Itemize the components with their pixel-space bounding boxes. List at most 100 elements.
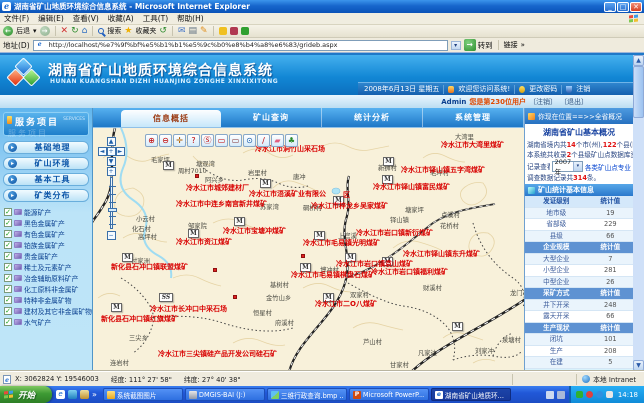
- tray-alert-icon[interactable]: [586, 391, 593, 398]
- search-icon[interactable]: [98, 28, 104, 34]
- layer-checkbox[interactable]: ✓: [4, 318, 12, 326]
- layer-checkbox[interactable]: ✓: [4, 285, 12, 293]
- map-tool-clear-selection[interactable]: ▭: [229, 134, 242, 147]
- layer-checkbox[interactable]: ✓: [4, 307, 12, 315]
- edit-icon[interactable]: ✎: [200, 26, 208, 36]
- mine-point-marker[interactable]: [195, 174, 199, 178]
- mine-type-link[interactable]: 各类矿山点专业: [585, 162, 631, 172]
- logout-link[interactable]: 注销: [576, 84, 590, 94]
- map-marker[interactable]: M: [122, 253, 133, 262]
- taskbar-button[interactable]: e湖南省矿山地质环...: [431, 388, 511, 401]
- home-icon[interactable]: ⌂: [82, 26, 88, 36]
- go-button[interactable]: → 转到: [464, 39, 493, 51]
- print-icon[interactable]: ▤: [189, 26, 198, 36]
- zoom-plus-button[interactable]: +: [107, 167, 116, 176]
- sidebar-button[interactable]: ▸矿类分布: [3, 189, 89, 202]
- menu-item[interactable]: 帮助(H): [177, 13, 204, 24]
- msn-icon[interactable]: [241, 27, 249, 35]
- page-scrollbar[interactable]: ▲ ▼: [633, 55, 644, 371]
- pan-up-button[interactable]: ▲: [107, 137, 116, 146]
- mine-point-marker[interactable]: [233, 295, 237, 299]
- favorites-label[interactable]: 收藏夹: [135, 26, 156, 36]
- layer-checkbox[interactable]: ✓: [4, 219, 12, 227]
- monitor-icon[interactable]: [546, 391, 554, 399]
- map-tool-full-extent[interactable]: Ⓢ: [201, 134, 214, 147]
- sidebar-button[interactable]: ▸基础地理: [3, 141, 89, 154]
- back-dropdown-icon[interactable]: ▾: [33, 27, 37, 35]
- map-marker[interactable]: SS: [159, 293, 173, 302]
- discuss-icon[interactable]: [230, 27, 238, 35]
- map-tool-identify[interactable]: ⊙: [243, 134, 256, 147]
- pan-left-button[interactable]: ◄: [98, 147, 107, 156]
- tray-antivirus-icon[interactable]: [576, 391, 583, 398]
- messenger-icon[interactable]: [219, 27, 227, 35]
- tab-mine-query[interactable]: 矿山查询: [221, 108, 322, 127]
- map-marker[interactable]: M: [383, 157, 394, 166]
- menu-item[interactable]: 编辑(E): [38, 13, 64, 24]
- map-tool-measure[interactable]: ?: [187, 134, 200, 147]
- maximize-button[interactable]: □: [617, 2, 629, 12]
- map-tool-eraser[interactable]: ▰: [271, 134, 284, 147]
- logout-link2[interactable]: 〔注销〕: [529, 97, 557, 107]
- map-tool-zoom-out[interactable]: ⊖: [159, 134, 172, 147]
- pan-down-button[interactable]: ▼: [107, 157, 116, 166]
- back-icon[interactable]: ←: [3, 26, 13, 36]
- taskbar-button[interactable]: PMicrosoft PowerP...: [349, 388, 429, 401]
- minimize-button[interactable]: _: [604, 2, 616, 12]
- scroll-down-icon[interactable]: ▼: [633, 360, 644, 371]
- forward-icon[interactable]: →: [40, 26, 50, 36]
- tab-info-summary[interactable]: 信息概括: [121, 110, 221, 127]
- menu-item[interactable]: 工具(T): [143, 13, 168, 24]
- device-icon[interactable]: [557, 391, 565, 399]
- layer-checkbox[interactable]: ✓: [4, 296, 12, 304]
- map-tool-select-box[interactable]: ▭: [215, 134, 228, 147]
- scroll-thumb[interactable]: [633, 66, 644, 118]
- zoom-slider-handle[interactable]: [108, 208, 117, 212]
- map-marker[interactable]: M: [234, 217, 245, 226]
- quicklaunch-ie-icon[interactable]: e: [56, 390, 65, 399]
- layer-checkbox[interactable]: ✓: [4, 208, 12, 216]
- layer-checkbox[interactable]: ✓: [4, 230, 12, 238]
- map-canvas[interactable]: 大湾里毛家坪塘观湾周村7010阿兴乡岩里村唐冲新狮村毛坪村塘家坪点溪村铎山镇花桥…: [93, 127, 524, 371]
- change-password-link[interactable]: 更改密码: [529, 84, 557, 94]
- year-select[interactable]: 2007年 ▾: [552, 161, 583, 172]
- sidebar-button[interactable]: ▸矿山环境: [3, 157, 89, 170]
- menu-item[interactable]: 查看(V): [73, 13, 99, 24]
- taskbar-button[interactable]: 三维行政查询.bmp ...: [267, 388, 347, 401]
- refresh-icon[interactable]: ↻: [71, 26, 79, 36]
- zoom-slider[interactable]: [110, 177, 113, 229]
- search-label[interactable]: 搜索: [107, 26, 121, 36]
- quicklaunch-desktop-icon[interactable]: [68, 390, 77, 399]
- exit-link[interactable]: 〔退出〕: [560, 97, 588, 107]
- mine-point-marker[interactable]: [301, 254, 305, 258]
- tray-network-icon[interactable]: [596, 391, 603, 398]
- address-dropdown-icon[interactable]: ▾: [451, 41, 461, 50]
- map-marker[interactable]: M: [163, 161, 174, 170]
- map-marker[interactable]: M: [111, 303, 122, 312]
- links-chevron-icon[interactable]: »: [521, 41, 525, 49]
- address-url[interactable]: http://localhost/%e7%9f%bf%e5%b1%b1%e5%9…: [49, 41, 338, 49]
- map-tool-pan[interactable]: ✛: [173, 134, 186, 147]
- zoom-minus-button[interactable]: −: [107, 231, 116, 240]
- pan-right-button[interactable]: ►: [116, 147, 125, 156]
- tab-system-manage[interactable]: 系统管理: [423, 108, 524, 127]
- layer-checkbox[interactable]: ✓: [4, 252, 12, 260]
- favorites-icon[interactable]: ★: [124, 26, 132, 36]
- layer-checkbox[interactable]: ✓: [4, 263, 12, 271]
- year-select-arrow-icon[interactable]: ▾: [573, 162, 582, 171]
- map-tool-draw-line[interactable]: ∕: [257, 134, 270, 147]
- mine-point-marker[interactable]: [213, 268, 217, 272]
- pan-center-button[interactable]: +: [107, 147, 116, 156]
- map-tool-legend[interactable]: ♣: [285, 134, 298, 147]
- address-input[interactable]: e http://localhost/%e7%9f%bf%e5%b1%b1%e5…: [33, 40, 448, 51]
- back-label[interactable]: 后退: [16, 26, 30, 36]
- quicklaunch-more-icon[interactable]: »: [92, 390, 97, 399]
- tab-stat-analysis[interactable]: 统计分析: [322, 108, 423, 127]
- map-marker[interactable]: M: [260, 179, 271, 188]
- menu-item[interactable]: 文件(F): [4, 13, 29, 24]
- layer-checkbox[interactable]: ✓: [4, 241, 12, 249]
- close-button[interactable]: ✕: [630, 2, 642, 12]
- tray-display-icon[interactable]: [606, 391, 613, 398]
- map-tool-zoom-in[interactable]: ⊕: [145, 134, 158, 147]
- links-label[interactable]: 链接: [504, 40, 518, 50]
